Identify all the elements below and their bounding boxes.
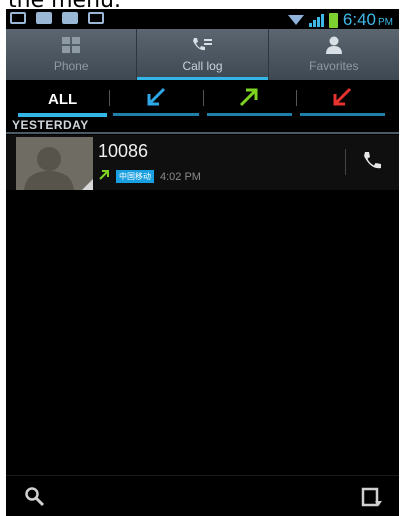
person-icon <box>324 36 344 54</box>
tab-phone[interactable]: Phone <box>6 29 138 80</box>
filter-all-label: ALL <box>48 90 78 108</box>
search-icon <box>24 487 46 512</box>
contact-avatar <box>16 137 93 190</box>
menu-icon <box>361 487 383 512</box>
call-filter-tabs: ALL <box>6 80 399 118</box>
bottom-action-bar <box>6 475 399 516</box>
call-time: 4:02 PM <box>160 170 201 183</box>
filter-missed[interactable] <box>295 80 389 118</box>
phone-icon <box>360 149 384 178</box>
missed-arrow-icon <box>331 86 353 112</box>
tab-phone-label: Phone <box>53 59 89 73</box>
filter-all[interactable]: ALL <box>16 80 109 118</box>
search-button[interactable] <box>24 486 46 513</box>
phone-screen: 6:40 PM Phone Call log Favorites ALL YES… <box>6 9 399 516</box>
tab-favorites[interactable]: Favorites <box>269 29 399 80</box>
filter-outgoing[interactable] <box>202 80 296 118</box>
wifi-icon <box>287 15 304 25</box>
dialpad-icon <box>61 36 81 54</box>
tab-favorites-label: Favorites <box>309 59 359 73</box>
carrier-badge: 中国移动 <box>116 170 154 183</box>
tab-call-log-label: Call log <box>182 59 223 73</box>
section-header: YESTERDAY <box>6 118 399 134</box>
clock-time: 6:40 <box>342 10 376 29</box>
row-divider <box>345 149 346 175</box>
caption-text: the menu. <box>8 0 121 13</box>
notification-icon <box>10 12 26 24</box>
image-icon <box>88 12 104 24</box>
battery-icon <box>328 12 338 28</box>
clock: 6:40 PM <box>343 10 393 30</box>
message-icon <box>36 12 52 24</box>
filter-incoming[interactable] <box>109 80 202 118</box>
top-tab-bar: Phone Call log Favorites <box>6 29 399 80</box>
clock-ampm: PM <box>378 17 393 28</box>
briefcase-icon <box>62 12 78 24</box>
signal-icon <box>308 13 324 27</box>
outgoing-arrow-icon <box>238 86 260 112</box>
call-back-button[interactable] <box>356 147 388 179</box>
overflow-menu-button[interactable] <box>361 486 383 513</box>
call-log-icon <box>191 36 213 54</box>
outgoing-call-icon <box>98 169 110 184</box>
system-icons: 6:40 PM <box>287 10 393 30</box>
tab-call-log[interactable]: Call log <box>137 29 269 80</box>
incoming-arrow-icon <box>145 86 167 112</box>
notification-icons <box>10 12 104 24</box>
call-details: 中国移动 4:02 PM <box>98 169 201 184</box>
call-log-row[interactable]: 10086 中国移动 4:02 PM <box>6 135 399 190</box>
caller-number: 10086 <box>98 141 149 161</box>
